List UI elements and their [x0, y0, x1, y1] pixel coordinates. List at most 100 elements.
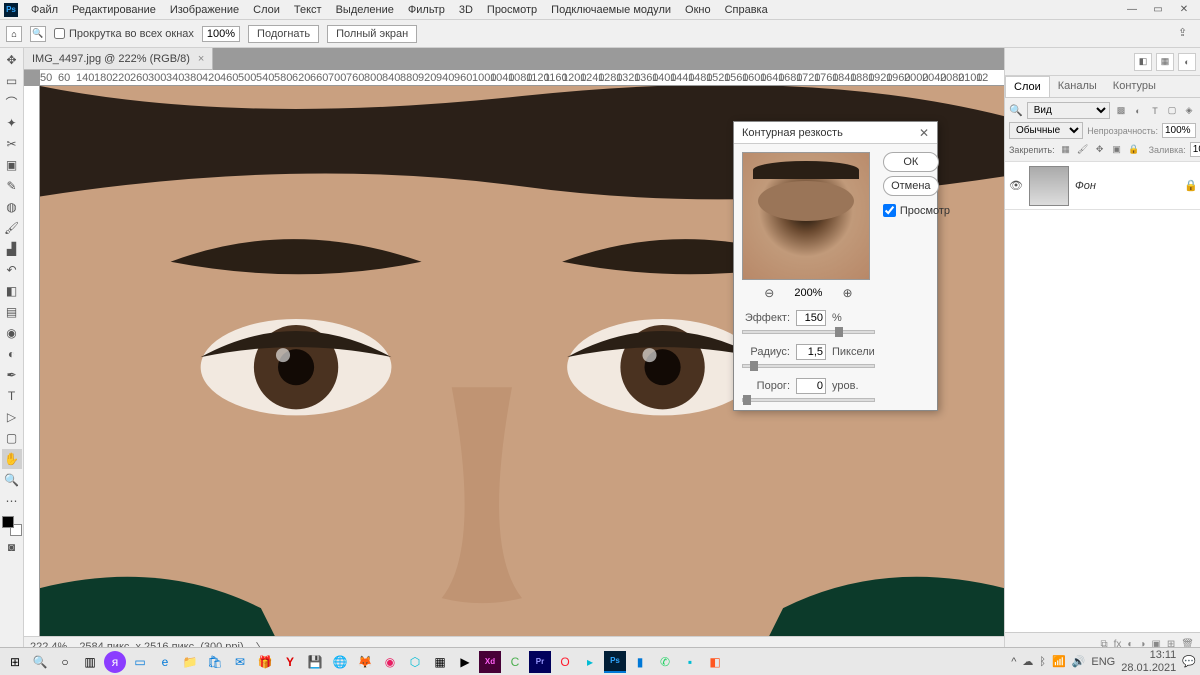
minimize-button[interactable]: — [1120, 2, 1144, 18]
dialog-titlebar[interactable]: Контурная резкость ✕ [734, 122, 937, 144]
menu-text[interactable]: Текст [287, 2, 329, 18]
color-swatches[interactable] [2, 516, 22, 536]
tab-channels[interactable]: Каналы [1050, 76, 1105, 97]
tb-opera[interactable]: O [554, 651, 576, 673]
tb-store[interactable]: 🛍 [204, 651, 226, 673]
tab-paths[interactable]: Контуры [1105, 76, 1164, 97]
tray-up-icon[interactable]: ^ [1011, 656, 1016, 668]
tb-app[interactable]: ▪ [679, 651, 701, 673]
dialog-preview[interactable] [742, 152, 870, 280]
eraser-tool[interactable]: ◧ [2, 281, 22, 301]
radius-input[interactable] [796, 344, 826, 360]
dodge-tool[interactable]: ◐ [2, 344, 22, 364]
lock-paint-icon[interactable]: 🖌 [1076, 143, 1090, 157]
eyedropper-tool[interactable]: ✎ [2, 176, 22, 196]
zoom-in-icon[interactable]: ⊕ [842, 286, 852, 300]
tb-yandex[interactable]: Y [279, 651, 301, 673]
menu-edit[interactable]: Редактирование [65, 2, 163, 18]
heal-tool[interactable]: ◍ [2, 197, 22, 217]
menu-3d[interactable]: 3D [452, 2, 480, 18]
tb-edge[interactable]: e [154, 651, 176, 673]
filter-shape-icon[interactable]: ▢ [1165, 104, 1179, 118]
path-tool[interactable]: ▷ [2, 407, 22, 427]
home-icon[interactable]: ⌂ [6, 26, 22, 42]
hand-tool[interactable]: ✋ [2, 449, 22, 469]
type-tool[interactable]: T [2, 386, 22, 406]
stamp-tool[interactable]: ▟ [2, 239, 22, 259]
lock-icon[interactable]: 🔒 [1184, 179, 1196, 192]
tb-app[interactable]: ▭ [129, 651, 151, 673]
marquee-tool[interactable]: ▭ [2, 71, 22, 91]
menu-layers[interactable]: Слои [246, 2, 287, 18]
menu-view[interactable]: Просмотр [480, 2, 544, 18]
scroll-all-checkbox[interactable]: Прокрутка во всех окнах [54, 28, 194, 40]
tb-app[interactable]: C [504, 651, 526, 673]
pen-tool[interactable]: ✒ [2, 365, 22, 385]
tb-firefox[interactable]: 🦊 [354, 651, 376, 673]
taskview-icon[interactable]: ▥ [79, 651, 101, 673]
lock-trans-icon[interactable]: ▦ [1059, 143, 1073, 157]
lock-art-icon[interactable]: ▣ [1110, 143, 1124, 157]
tray-clock[interactable]: 13:1128.01.2021 [1121, 649, 1176, 673]
filter-pixel-icon[interactable]: ▩ [1114, 104, 1128, 118]
lasso-tool[interactable]: ⌒ [2, 92, 22, 112]
cancel-button[interactable]: Отмена [883, 176, 939, 196]
frame-tool[interactable]: ▣ [2, 155, 22, 175]
amount-slider[interactable] [742, 330, 875, 334]
zoom-value[interactable]: 100% [202, 26, 240, 42]
preview-checkbox[interactable]: Просмотр [883, 204, 939, 217]
tb-xd[interactable]: Xd [479, 651, 501, 673]
tray-lang[interactable]: ENG [1091, 656, 1115, 668]
fit-button[interactable]: Подогнать [248, 25, 319, 43]
dialog-close-icon[interactable]: ✕ [919, 126, 929, 140]
tb-mail[interactable]: ✉ [229, 651, 251, 673]
tab-layers[interactable]: Слои [1005, 76, 1050, 97]
shape-tool[interactable]: ▢ [2, 428, 22, 448]
tb-app[interactable]: ▸ [579, 651, 601, 673]
search-icon[interactable]: 🔍 [1009, 104, 1023, 117]
tb-save[interactable]: 💾 [304, 651, 326, 673]
tb-app[interactable]: ▶ [454, 651, 476, 673]
zoom-tool[interactable]: 🔍 [2, 470, 22, 490]
document-tab[interactable]: IMG_4497.jpg @ 222% (RGB/8)× [24, 48, 213, 70]
close-tab-icon[interactable]: × [198, 53, 204, 65]
filter-smart-icon[interactable]: ◈ [1182, 104, 1196, 118]
close-button[interactable]: ✕ [1172, 2, 1196, 18]
edit-toolbar[interactable]: ⋯ [2, 491, 22, 511]
wand-tool[interactable]: ✦ [2, 113, 22, 133]
tb-app[interactable]: ◉ [379, 651, 401, 673]
tray-notif-icon[interactable]: 💬 [1182, 655, 1196, 668]
tb-app[interactable]: ▮ [629, 651, 651, 673]
amount-input[interactable] [796, 310, 826, 326]
adjustments-panel-icon[interactable]: ◐ [1178, 53, 1196, 71]
tb-app[interactable]: ◧ [704, 651, 726, 673]
menu-filter[interactable]: Фильтр [401, 2, 452, 18]
crop-tool[interactable]: ✂ [2, 134, 22, 154]
history-brush-tool[interactable]: ↶ [2, 260, 22, 280]
color-panel-icon[interactable]: ◧ [1134, 53, 1152, 71]
tray-bt-icon[interactable]: ᛒ [1039, 656, 1046, 668]
threshold-input[interactable] [796, 378, 826, 394]
layer-filter-select[interactable]: Вид [1027, 102, 1110, 119]
cortana-icon[interactable]: ○ [54, 651, 76, 673]
layer-thumbnail[interactable] [1029, 166, 1069, 206]
blur-tool[interactable]: ◉ [2, 323, 22, 343]
tb-whatsapp[interactable]: ✆ [654, 651, 676, 673]
radius-slider[interactable] [742, 364, 875, 368]
start-button[interactable]: ⊞ [4, 651, 26, 673]
quickmask-tool[interactable]: ◙ [2, 537, 22, 557]
ok-button[interactable]: ОК [883, 152, 939, 172]
brush-tool[interactable]: 🖌 [2, 218, 22, 238]
lock-pos-icon[interactable]: ✥ [1093, 143, 1107, 157]
tb-app[interactable]: ⬡ [404, 651, 426, 673]
tb-photoshop[interactable]: Ps [604, 651, 626, 673]
opacity-input[interactable] [1162, 123, 1196, 138]
fill-input[interactable] [1190, 142, 1200, 157]
tb-chrome[interactable]: 🌐 [329, 651, 351, 673]
menu-window[interactable]: Окно [678, 2, 718, 18]
layer-item[interactable]: 👁 Фон 🔒 [1005, 162, 1200, 210]
blend-mode-select[interactable]: Обычные [1009, 122, 1083, 139]
menu-image[interactable]: Изображение [163, 2, 246, 18]
gradient-tool[interactable]: ▤ [2, 302, 22, 322]
tray-vol-icon[interactable]: 🔊 [1072, 655, 1086, 668]
